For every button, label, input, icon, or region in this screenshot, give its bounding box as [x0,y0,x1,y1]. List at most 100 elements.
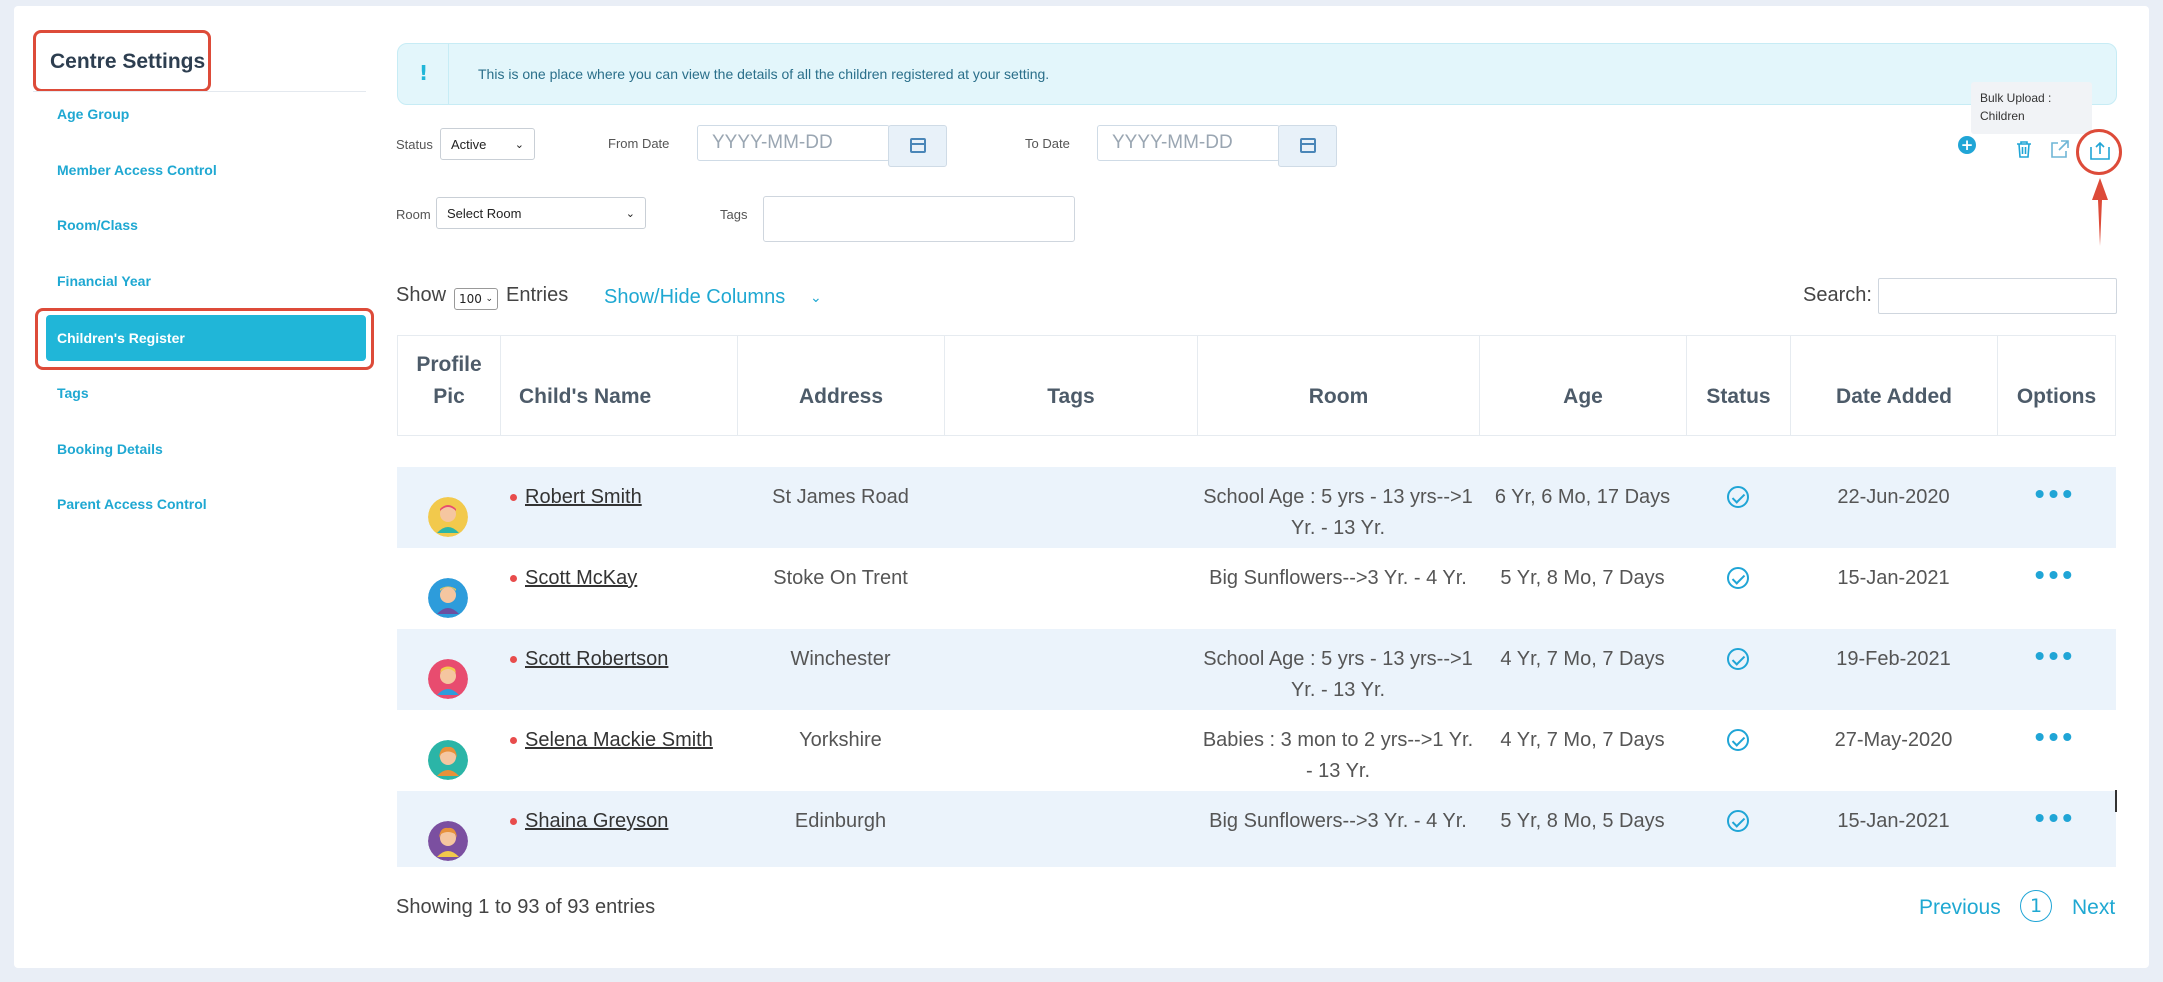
plus-circle-icon[interactable]: + [1958,136,1976,154]
header-age[interactable]: Age [1480,336,1687,435]
notice-icon-box: ! [398,44,449,104]
to-date-input[interactable]: YYYY-MM-DD [1097,125,1280,161]
child-name-link[interactable]: Scott Robertson [525,648,668,670]
child-name-link[interactable]: Scott McKay [525,567,637,589]
table-row: Robert Smith St James Road School Age : … [397,467,2116,548]
room-cell: School Age : 5 yrs - 13 yrs-->1 Yr. - 13… [1203,486,1473,539]
date-added-cell: 19-Feb-2021 [1836,648,1951,670]
room-select[interactable]: Select Room ⌄ [436,197,646,229]
sidebar-item-room-class[interactable]: Room/Class [57,217,138,233]
tags-cell [944,629,1197,710]
more-options-icon[interactable]: ••• [2035,721,2076,752]
tags-cell [944,791,1197,872]
calendar-icon [910,138,926,153]
address-cell: Winchester [790,648,891,670]
sidebar-title: Centre Settings [50,50,206,73]
room-cell: Big Sunflowers-->3 Yr. - 4 Yr. [1209,567,1467,589]
table-row: Scott Robertson Winchester School Age : … [397,629,2116,710]
tags-label: Tags [720,207,748,222]
to-date-calendar-button[interactable] [1278,125,1337,167]
header-profile-pic[interactable]: Profile Pic [398,336,501,435]
check-circle-icon [1727,810,1749,832]
age-cell: 6 Yr, 6 Mo, 17 Days [1494,486,1671,508]
header-room[interactable]: Room [1198,336,1480,435]
room-cell: Babies : 3 mon to 2 yrs-->1 Yr. - 13 Yr. [1202,729,1474,782]
child-avatar [428,659,468,699]
from-date-calendar-button[interactable] [888,125,947,167]
share-icon[interactable] [2050,139,2070,158]
calendar-icon [1300,138,1316,153]
status-select[interactable]: Active ⌄ [440,128,535,160]
room-cell: School Age : 5 yrs - 13 yrs-->1 Yr. - 13… [1203,648,1473,701]
table-row: Selena Mackie Smith Yorkshire Babies : 3… [397,710,2116,791]
sidebar-item-age-group[interactable]: Age Group [57,106,129,122]
child-avatar [428,578,468,618]
header-childs-name[interactable]: Child's Name [501,336,738,435]
show-label: Show [396,284,447,306]
scrollbar-marker[interactable] [2115,790,2117,812]
sidebar-item-member-access-control[interactable]: Member Access Control [57,162,217,178]
check-circle-icon [1727,648,1749,670]
more-options-icon[interactable]: ••• [2035,640,2076,671]
status-select-value: Active [451,136,487,152]
search-label: Search: [1803,284,1872,306]
age-cell: 5 Yr, 8 Mo, 7 Days [1500,567,1665,589]
tooltip-line-2: Children [1980,109,2025,123]
sidebar-item-childrens-register[interactable]: Children's Register [46,315,366,361]
bulk-upload-tooltip: Bulk Upload : Children [1971,82,2092,134]
address-cell: Edinburgh [794,810,887,832]
child-name-link[interactable]: Selena Mackie Smith [525,729,713,751]
sidebar-item-booking-details[interactable]: Booking Details [57,441,163,457]
child-name-link[interactable]: Shaina Greyson [525,810,668,832]
entries-value: 100 [459,292,482,306]
more-options-icon[interactable]: ••• [2035,802,2076,833]
table-row: Scott McKay Stoke On Trent Big Sunflower… [397,548,2116,629]
arrow-up-icon [2092,178,2108,246]
header-address[interactable]: Address [738,336,945,435]
header-status[interactable]: Status [1687,336,1791,435]
table-header: Profile Pic Child's Name Address Tags Ro… [397,335,2116,436]
from-date-input[interactable]: YYYY-MM-DD [697,125,890,161]
address-cell: St James Road [772,486,909,508]
chevron-down-icon: ⌄ [625,207,635,220]
address-cell: Yorkshire [799,729,882,751]
more-options-icon[interactable]: ••• [2035,559,2076,590]
show-hide-columns-button[interactable]: Show/Hide Columns [604,286,785,309]
sidebar-item-financial-year[interactable]: Financial Year [57,273,151,289]
tags-cell [944,548,1197,629]
info-notice: ! This is one place where you can view t… [397,43,2117,105]
check-circle-icon [1727,486,1749,508]
previous-page-button[interactable]: Previous [1919,896,2001,920]
more-options-icon[interactable]: ••• [2035,478,2076,509]
child-avatar [428,740,468,780]
tags-cell [944,710,1197,791]
child-name-link[interactable]: Robert Smith [525,486,642,508]
chevron-down-icon[interactable]: ⌄ [810,290,822,306]
chevron-down-icon: ⌄ [514,138,524,151]
sidebar-item-parent-access-control[interactable]: Parent Access Control [57,496,207,512]
notice-text: This is one place where you can view the… [478,66,1050,82]
header-tags[interactable]: Tags [945,336,1198,435]
check-circle-icon [1727,567,1749,589]
date-added-cell: 27-May-2020 [1834,729,1953,751]
page-1-button[interactable]: 1 [2020,890,2052,922]
table-row: Shaina Greyson Edinburgh Big Sunflowers-… [397,791,2116,867]
check-circle-icon [1727,729,1749,751]
tags-input[interactable] [763,196,1075,242]
header-options[interactable]: Options [1998,336,2115,435]
trash-icon[interactable] [2016,140,2032,158]
age-cell: 4 Yr, 7 Mo, 7 Days [1500,729,1665,751]
child-avatar [428,497,468,537]
date-added-cell: 15-Jan-2021 [1837,810,1950,832]
sidebar-divider [33,91,366,92]
to-date-label: To Date [1025,136,1070,151]
room-label: Room [396,207,431,222]
header-date-added[interactable]: Date Added [1791,336,1998,435]
entries-select[interactable]: 100 ⌄ [454,288,498,310]
age-cell: 4 Yr, 7 Mo, 7 Days [1500,648,1665,670]
next-page-button[interactable]: Next [2072,896,2115,920]
search-input[interactable] [1878,278,2117,314]
room-cell: Big Sunflowers-->3 Yr. - 4 Yr. [1209,810,1467,832]
sidebar-item-tags[interactable]: Tags [57,385,89,401]
date-added-cell: 15-Jan-2021 [1837,567,1950,589]
